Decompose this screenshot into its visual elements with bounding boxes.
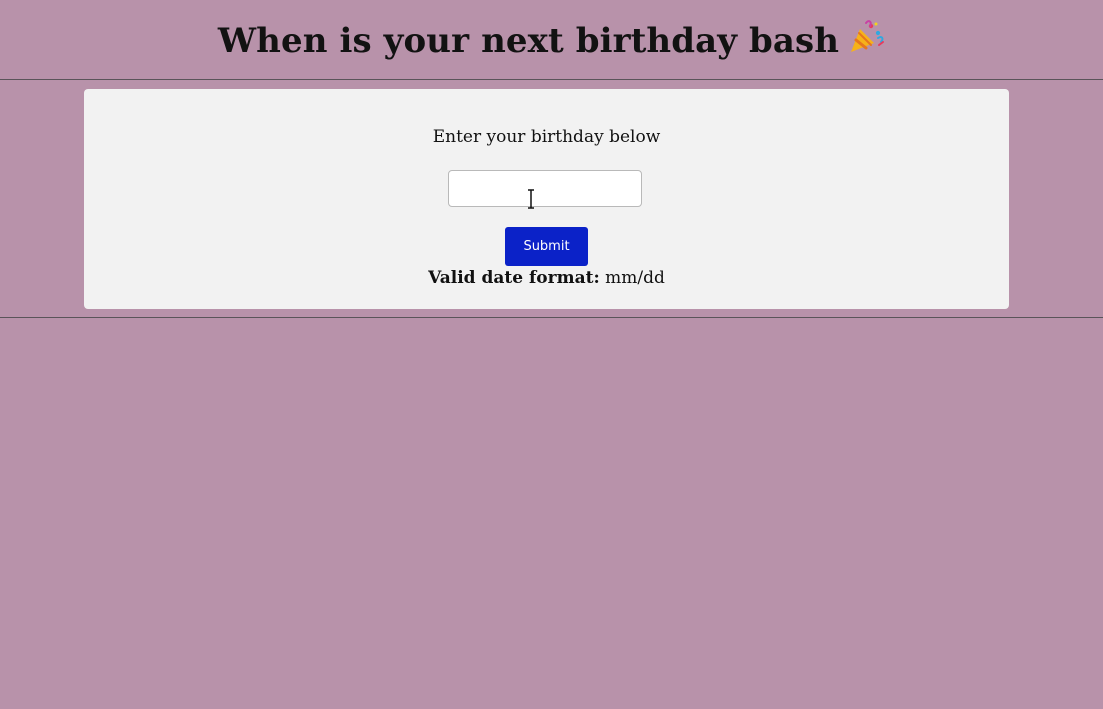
date-format-value: mm/dd — [605, 268, 665, 288]
birthday-form-card: Enter your birthday below Submit Valid d… — [84, 89, 1009, 309]
page-header: When is your next birthday bash — [0, 0, 1103, 79]
party-popper-icon — [847, 18, 885, 62]
page-title-text: When is your next birthday bash — [217, 20, 840, 61]
bottom-divider — [0, 317, 1103, 318]
birthday-prompt: Enter your birthday below — [432, 127, 661, 147]
date-format-hint: Valid date format: mm/dd — [84, 268, 1009, 288]
submit-button[interactable]: Submit — [505, 227, 588, 266]
date-format-label: Valid date format: — [428, 268, 600, 288]
top-divider — [0, 79, 1103, 80]
page: When is your next birthday bash Enter yo… — [0, 0, 1103, 709]
birthday-input[interactable] — [448, 170, 642, 207]
page-title: When is your next birthday bash — [218, 18, 885, 62]
